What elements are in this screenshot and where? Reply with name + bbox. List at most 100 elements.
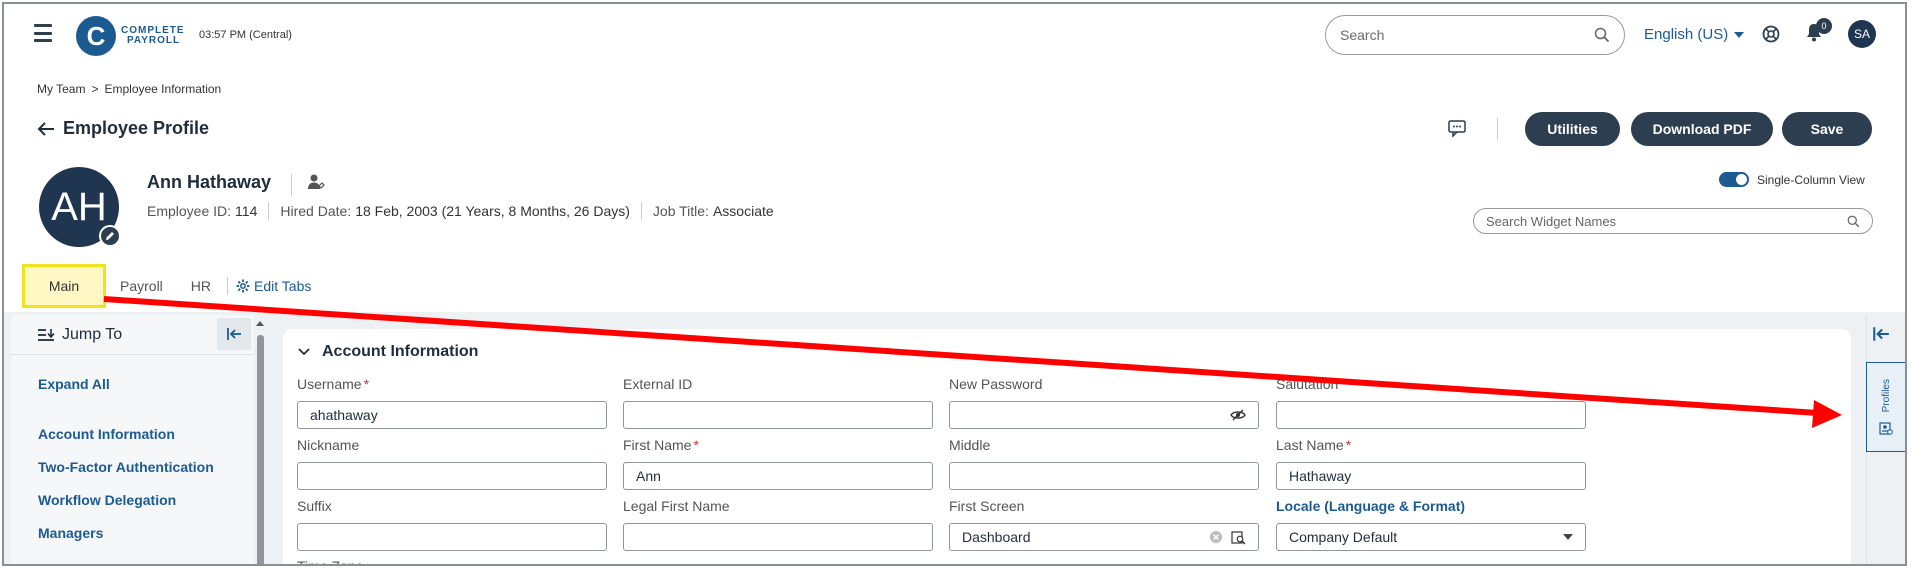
tab-main[interactable]: Main: [22, 264, 106, 308]
collapse-left-icon[interactable]: [1872, 326, 1890, 342]
jump-link-managers[interactable]: Managers: [38, 525, 103, 541]
locale-select[interactable]: Company Default: [1276, 523, 1586, 551]
jump-link-two-factor-authentication[interactable]: Two-Factor Authentication: [38, 459, 214, 475]
logo-line-2: PAYROLL: [127, 35, 181, 46]
last-name-field[interactable]: Hathaway: [1276, 462, 1586, 490]
menu-icon[interactable]: [34, 24, 52, 42]
last-name-value: Hathaway: [1289, 468, 1352, 484]
salutation-field[interactable]: [1276, 401, 1586, 429]
first-screen-label: First Screen: [949, 498, 1025, 514]
username-field[interactable]: ahathaway: [297, 401, 607, 429]
toggle-switch[interactable]: [1719, 172, 1749, 187]
jump-to-title: Jump To: [62, 325, 123, 343]
tab-payroll[interactable]: Payroll: [106, 264, 177, 308]
chevron-down-icon: [1563, 534, 1573, 540]
global-search-input[interactable]: Search: [1325, 15, 1625, 55]
last-name-label: Last Name *: [1276, 437, 1351, 453]
new-password-label: New Password: [949, 376, 1043, 392]
employee-name: Ann Hathaway: [147, 172, 272, 192]
profile-tabs: Main Payroll HR Edit Tabs: [22, 264, 311, 308]
middle-field[interactable]: [949, 462, 1259, 490]
edit-photo-button[interactable]: [99, 225, 121, 247]
single-column-view-label: Single-Column View: [1757, 172, 1865, 187]
profiles-panel-tab[interactable]: Profiles: [1866, 362, 1905, 452]
page-title: Employee Profile: [63, 118, 210, 138]
suffix-field[interactable]: [297, 523, 607, 551]
scroll-up-icon[interactable]: [256, 321, 264, 326]
clock-text: 03:57 PM (Central): [199, 29, 292, 41]
user-avatar[interactable]: SA: [1848, 20, 1876, 48]
jump-link-account-information[interactable]: Account Information: [38, 426, 175, 442]
search-icon: [1847, 215, 1860, 227]
toolbar-divider: [1497, 118, 1498, 140]
widget-search-input[interactable]: Search Widget Names: [1473, 208, 1873, 234]
user-link-icon[interactable]: [306, 172, 326, 192]
language-selector[interactable]: English (US): [1644, 26, 1745, 43]
breadcrumb-separator: >: [91, 82, 99, 96]
meta-divider: [268, 202, 270, 220]
first-name-label: First Name *: [623, 437, 699, 453]
lookup-button[interactable]: [1231, 530, 1246, 545]
edit-tabs-label: Edit Tabs: [254, 278, 312, 294]
nickname-field[interactable]: [297, 462, 607, 490]
name-divider: [291, 174, 292, 196]
required-marker: *: [1345, 437, 1352, 453]
new-password-field[interactable]: [949, 401, 1259, 429]
single-column-view-toggle[interactable]: Single-Column View: [1719, 172, 1865, 187]
external-id-field[interactable]: [623, 401, 933, 429]
utilities-button[interactable]: Utilities: [1525, 112, 1620, 146]
first-screen-value: Dashboard: [962, 529, 1031, 545]
required-marker: *: [693, 437, 699, 453]
first-name-value: Ann: [636, 468, 661, 484]
top-bar: C COMPLETE PAYROLL 03:57 PM (Central) Se…: [4, 4, 1905, 66]
show-password-toggle[interactable]: [1230, 409, 1246, 421]
first-name-label-text: First Name: [623, 437, 692, 453]
widget-search-placeholder: Search Widget Names: [1486, 213, 1617, 229]
language-label: English (US): [1644, 26, 1729, 43]
save-button[interactable]: Save: [1782, 112, 1872, 146]
breadcrumb-my-team[interactable]: My Team: [37, 82, 85, 96]
company-logo[interactable]: C COMPLETE PAYROLL: [76, 16, 185, 56]
job-title-label: Job Title:: [652, 203, 709, 219]
employee-id-value: 114: [235, 203, 258, 219]
jump-to-sidebar: Jump To Expand All Account Information T…: [11, 315, 254, 564]
collapse-sidebar-button[interactable]: [217, 318, 251, 350]
expand-all-link[interactable]: Expand All: [38, 376, 110, 392]
external-id-label: External ID: [623, 376, 693, 392]
first-screen-field[interactable]: Dashboard: [949, 523, 1259, 551]
profiles-label: Profiles: [1880, 379, 1892, 413]
job-title-value: Associate: [712, 203, 774, 219]
salutation-label: Salutation: [1276, 376, 1339, 392]
section-header[interactable]: Account Information: [298, 343, 478, 361]
username-value: ahathaway: [310, 407, 378, 423]
tab-hr[interactable]: HR: [177, 264, 225, 308]
legal-first-name-field[interactable]: [623, 523, 933, 551]
search-icon: [1594, 27, 1610, 43]
section-title: Account Information: [322, 343, 479, 360]
pencil-icon: [106, 232, 114, 240]
profiles-icon: [1879, 422, 1893, 435]
edit-tabs-link[interactable]: Edit Tabs: [230, 278, 311, 294]
account-information-panel: Account Information Username * ahathaway …: [283, 329, 1851, 564]
middle-label: Middle: [949, 437, 991, 453]
eye-slash-icon: [1230, 409, 1246, 421]
locale-value: Company Default: [1289, 529, 1398, 545]
back-arrow-icon[interactable]: [37, 121, 55, 137]
scrollbar-thumb[interactable]: [257, 335, 264, 564]
clear-button[interactable]: [1209, 530, 1223, 544]
collapse-left-icon: [227, 328, 241, 340]
suffix-label: Suffix: [297, 498, 332, 514]
search-placeholder: Search: [1340, 27, 1385, 43]
download-pdf-button[interactable]: Download PDF: [1631, 112, 1773, 146]
page-title-row: Employee Profile: [37, 118, 209, 139]
first-name-field[interactable]: Ann: [623, 462, 933, 490]
chevron-down-icon: [1734, 31, 1745, 38]
comment-icon[interactable]: [1447, 118, 1467, 138]
username-label: Username *: [297, 376, 369, 392]
help-icon[interactable]: [1761, 24, 1781, 44]
logo-mark: C: [76, 16, 116, 56]
locale-label-link[interactable]: Locale (Language & Format): [1276, 498, 1465, 514]
required-marker: *: [363, 376, 370, 392]
gear-icon: [236, 279, 250, 293]
jump-link-workflow-delegation[interactable]: Workflow Delegation: [38, 492, 176, 508]
